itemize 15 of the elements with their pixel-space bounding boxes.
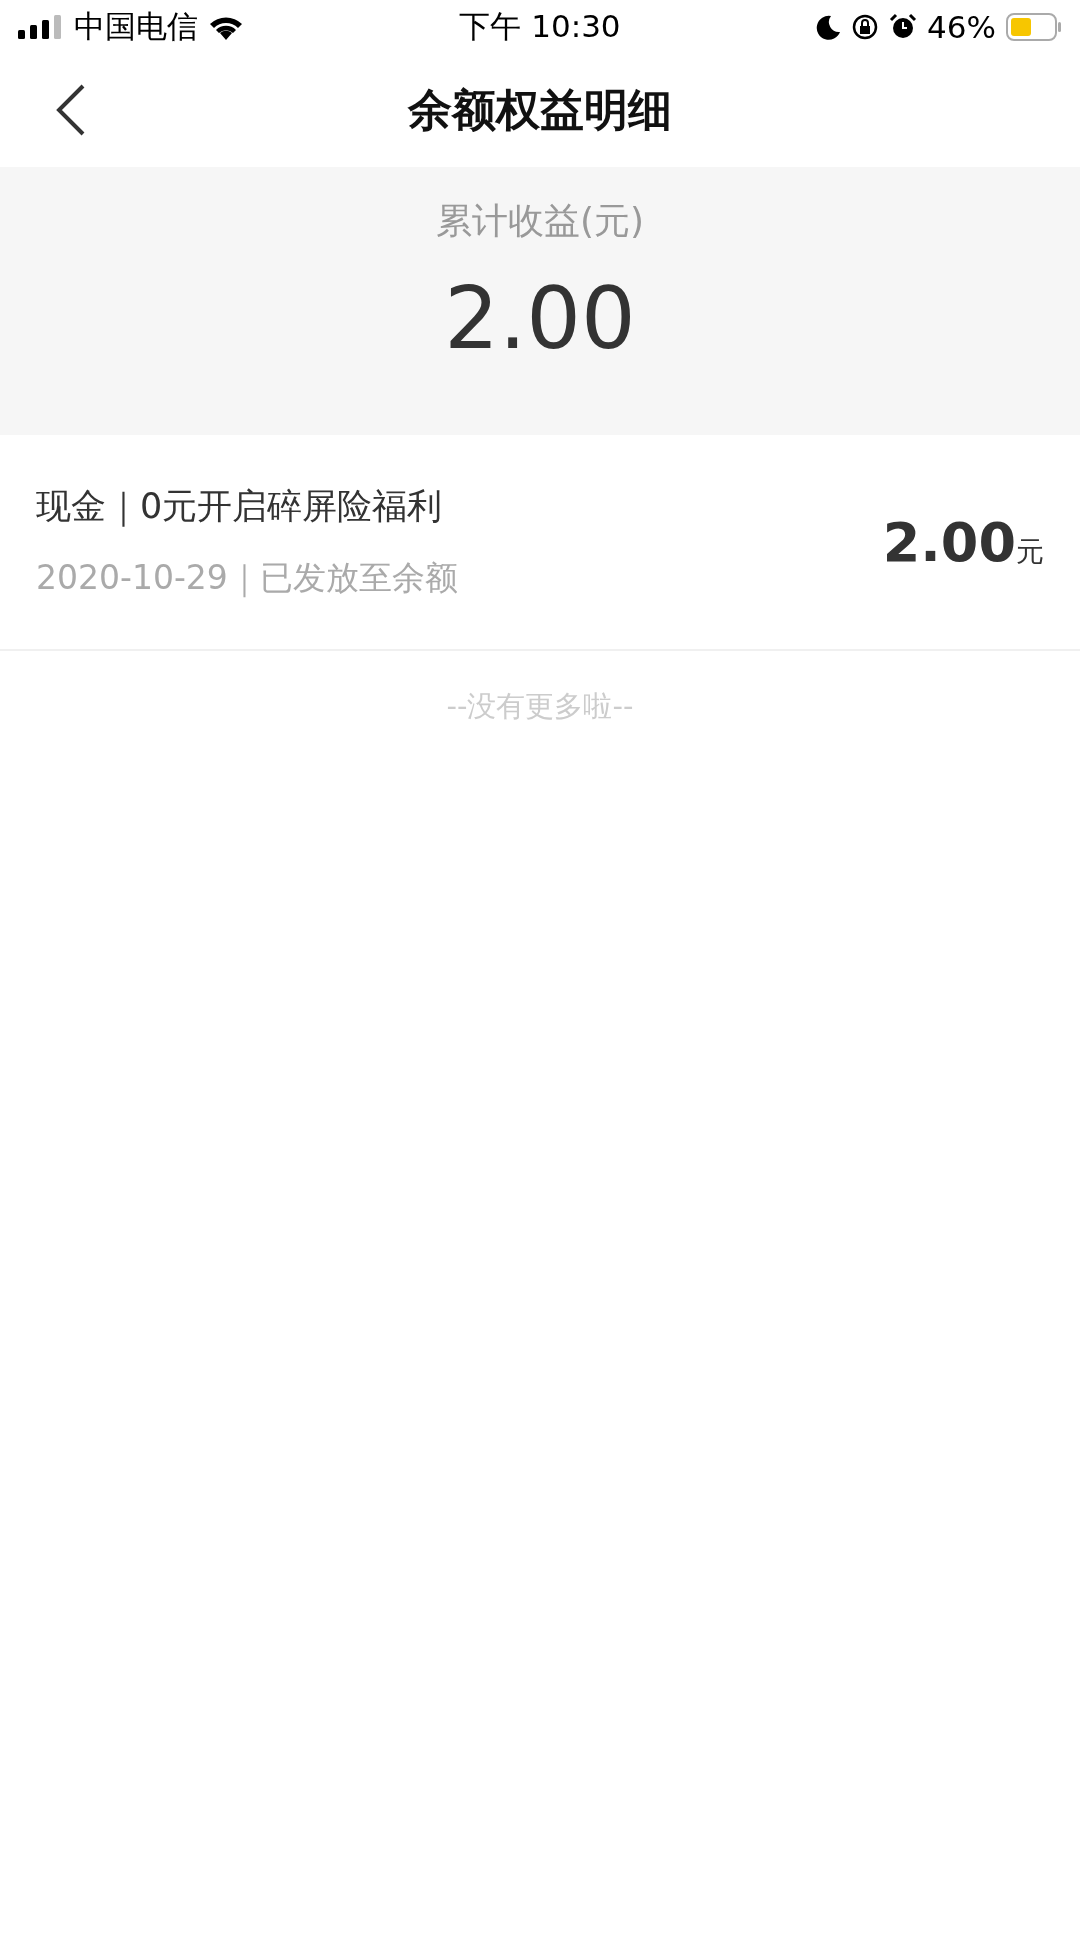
alarm-icon	[889, 13, 918, 41]
record-title: 现金｜0元开启碎屏险福利	[36, 485, 444, 529]
record-date: 2020-10-29｜已发放至余额	[36, 557, 458, 600]
battery-icon	[1006, 13, 1062, 41]
carrier-name: 中国电信	[74, 7, 198, 46]
record-amount: 2.00	[882, 510, 1016, 574]
battery-percent: 46%	[927, 9, 996, 45]
total-earnings-amount: 2.00	[444, 268, 636, 368]
page-title: 余额权益明细	[408, 83, 672, 137]
moon-icon	[815, 14, 842, 40]
status-time: 下午 10:30	[459, 7, 621, 46]
currency-unit: 元	[1016, 533, 1044, 570]
total-earnings-label: 累计收益(元)	[435, 199, 645, 243]
signal-icon	[18, 15, 64, 39]
rotation-lock-icon	[851, 13, 880, 41]
